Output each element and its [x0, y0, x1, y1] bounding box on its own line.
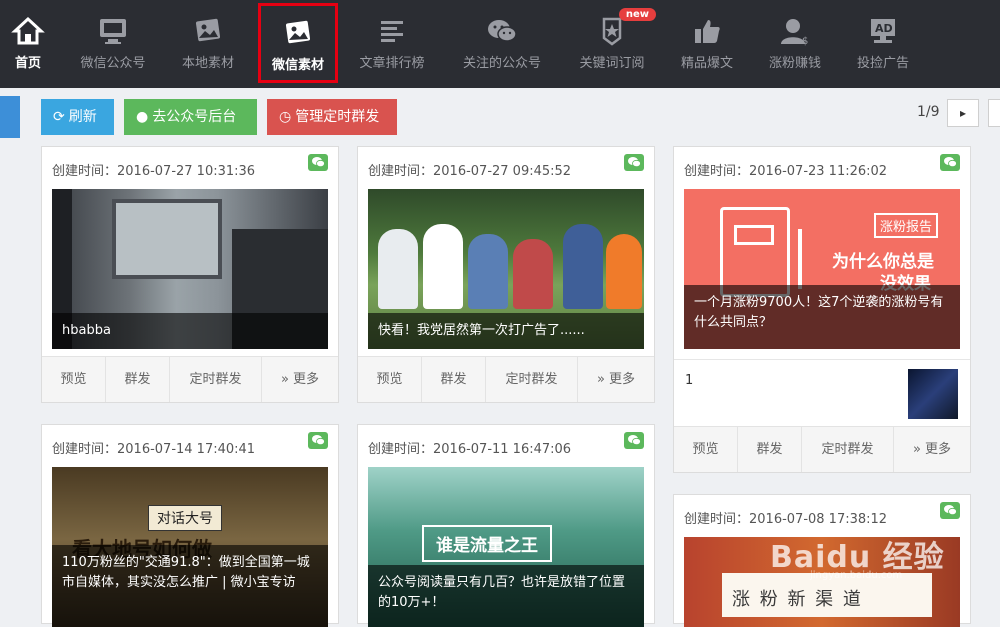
wechat-icon	[624, 432, 644, 449]
nav-label: 微信素材	[271, 58, 324, 73]
scheduled-send-button[interactable]: 定时群发	[486, 357, 578, 402]
more-button[interactable]: » 更多	[894, 427, 970, 472]
mass-send-button[interactable]: 群发	[422, 357, 486, 402]
nav-label: 精品爆文	[680, 56, 733, 71]
created-time: 创建时间：2016-07-27 10:31:36	[52, 164, 256, 179]
more-button[interactable]: » 更多	[262, 357, 338, 402]
material-card: 创建时间：2016-07-27 09:45:52 快看！我党居然第一次打广告了.…	[357, 146, 655, 403]
new-badge: new	[618, 8, 656, 21]
ad-icon: AD	[871, 19, 895, 43]
image-text: 对话大号	[148, 505, 222, 531]
created-time: 创建时间：2016-07-08 17:38:12	[684, 512, 888, 527]
nav-keyword-subscribe[interactable]: 关键词订阅 new	[572, 0, 656, 88]
image-text: 涨 粉 新 渠 道	[732, 589, 863, 610]
svg-text:$: $	[802, 36, 808, 46]
article-thumbnail[interactable]: 谁是流量之王 公众号阅读量只有几百？也许是放错了位置的10万+！	[368, 467, 644, 627]
article-title: 快看！我党居然第一次打广告了......	[368, 313, 644, 349]
wechat-icon	[308, 154, 328, 171]
preview-button[interactable]: 预览	[358, 357, 422, 402]
nav-label: 关键词订阅	[579, 56, 645, 71]
card-actions: 预览 群发 定时群发 » 更多	[42, 356, 338, 402]
nav-advertise[interactable]: AD 投捡广告	[852, 0, 914, 88]
manage-schedule-button[interactable]: ◷ 管理定时群发	[267, 99, 397, 135]
created-time: 创建时间：2016-07-11 16:47:06	[368, 442, 572, 457]
sub-article-title[interactable]: 1	[685, 373, 693, 388]
nav-label: 首页	[14, 56, 41, 71]
wechat-icon	[940, 154, 960, 171]
local-image-icon	[195, 18, 221, 42]
nav-label: 投捡广告	[856, 56, 909, 71]
article-title: hbabba	[52, 313, 328, 349]
last-page-button[interactable]	[988, 99, 1000, 127]
card-actions: 预览 群发 定时群发 » 更多	[674, 426, 970, 472]
more-button[interactable]: » 更多	[578, 357, 654, 402]
created-time: 创建时间：2016-07-27 09:45:52	[368, 164, 572, 179]
material-card: 创建时间：2016-07-23 11:26:02 涨粉报告 为什么你总是 没效果…	[673, 146, 971, 473]
image-icon	[285, 20, 311, 44]
nav-label: 本地素材	[181, 56, 234, 71]
nav-grow-fans[interactable]: $ 涨粉赚钱	[762, 0, 828, 88]
nav-label: 涨粉赚钱	[768, 56, 821, 71]
wechat-icon	[624, 154, 644, 171]
article-thumbnail[interactable]: 快看！我党居然第一次打广告了......	[368, 189, 644, 349]
nav-home[interactable]: 首页	[0, 0, 56, 88]
next-page-button[interactable]: ▸	[947, 99, 979, 127]
card-actions: 预览 群发 定时群发 » 更多	[358, 356, 654, 402]
image-text: 谁是流量之王	[422, 525, 552, 562]
wechat-icon	[308, 432, 328, 449]
preview-button[interactable]: 预览	[674, 427, 738, 472]
material-card: 创建时间：2016-07-11 16:47:06 谁是流量之王 公众号阅读量只有…	[357, 424, 655, 627]
created-time: 创建时间：2016-07-14 17:40:41	[52, 442, 256, 457]
chevron-down-icon: »	[280, 372, 294, 387]
report-tag: 涨粉报告	[874, 213, 939, 238]
monitor-icon	[100, 19, 126, 44]
nav-article-rank[interactable]: 文章排行榜	[352, 0, 432, 88]
page-indicator: 1/9	[917, 104, 940, 120]
chevron-down-icon: »	[912, 442, 926, 457]
watermark-url: jingyan.baidu.com	[810, 570, 903, 581]
scheduled-send-button[interactable]: 定时群发	[170, 357, 262, 402]
wechat-icon	[488, 20, 517, 42]
preview-button[interactable]: 预览	[42, 357, 106, 402]
user-icon: $	[781, 19, 808, 46]
nav-label: 文章排行榜	[359, 56, 425, 71]
scheduled-send-button[interactable]: 定时群发	[802, 427, 894, 472]
home-icon	[11, 16, 45, 45]
clock-icon: ◷	[279, 109, 292, 125]
svg-text:AD: AD	[875, 22, 893, 35]
nav-local-material[interactable]: 本地素材	[172, 0, 244, 88]
nav-followed-accounts[interactable]: 关注的公众号	[455, 0, 549, 88]
article-title: 一个月涨粉9700人！这7个逆袭的涨粉号有什么共同点？	[684, 285, 960, 349]
top-nav: 首页 微信公众号 本地素材 微信素材 文章排行榜 关注的公众号 关键词订阅 ne…	[0, 0, 1000, 88]
mass-send-button[interactable]: 群发	[738, 427, 802, 472]
chevron-down-icon: »	[596, 372, 610, 387]
article-title: 110万粉丝的"交通91.8"：做到全国第一城市自媒体，其实没怎么推广 | 微小…	[52, 545, 328, 627]
material-card: 创建时间：2016-07-27 10:31:36 hbabba 预览 群发 定时…	[41, 146, 339, 403]
sub-article-thumbnail[interactable]	[908, 369, 958, 419]
wechat-icon: ●	[136, 109, 149, 125]
article-thumbnail[interactable]: 涨粉报告 为什么你总是 没效果 一个月涨粉9700人！这7个逆袭的涨粉号有什么共…	[684, 189, 960, 349]
nav-hot-articles[interactable]: 精品爆文	[672, 0, 742, 88]
nav-wechat-account[interactable]: 微信公众号	[72, 0, 154, 88]
created-time: 创建时间：2016-07-23 11:26:02	[684, 164, 888, 179]
list-icon	[381, 21, 403, 42]
nav-label: 微信公众号	[80, 56, 146, 71]
article-thumbnail[interactable]: hbabba	[52, 189, 328, 349]
sidebar-toggle[interactable]	[0, 96, 20, 138]
thumbs-up-icon	[695, 20, 720, 43]
article-thumbnail[interactable]: 对话大号 看大地号如何做 110万粉丝的"交通91.8"：做到全国第一城市自媒体…	[52, 467, 328, 627]
mass-send-button[interactable]: 群发	[106, 357, 170, 402]
refresh-button[interactable]: ⟳ 刷新	[41, 99, 114, 135]
refresh-icon: ⟳	[53, 109, 65, 125]
nav-wechat-material[interactable]: 微信素材	[258, 3, 338, 83]
goto-backend-button[interactable]: ● 去公众号后台	[124, 99, 257, 135]
nav-label: 关注的公众号	[462, 56, 541, 71]
wechat-icon	[940, 502, 960, 519]
material-card: 创建时间：2016-07-14 17:40:41 对话大号 看大地号如何做 11…	[41, 424, 339, 627]
